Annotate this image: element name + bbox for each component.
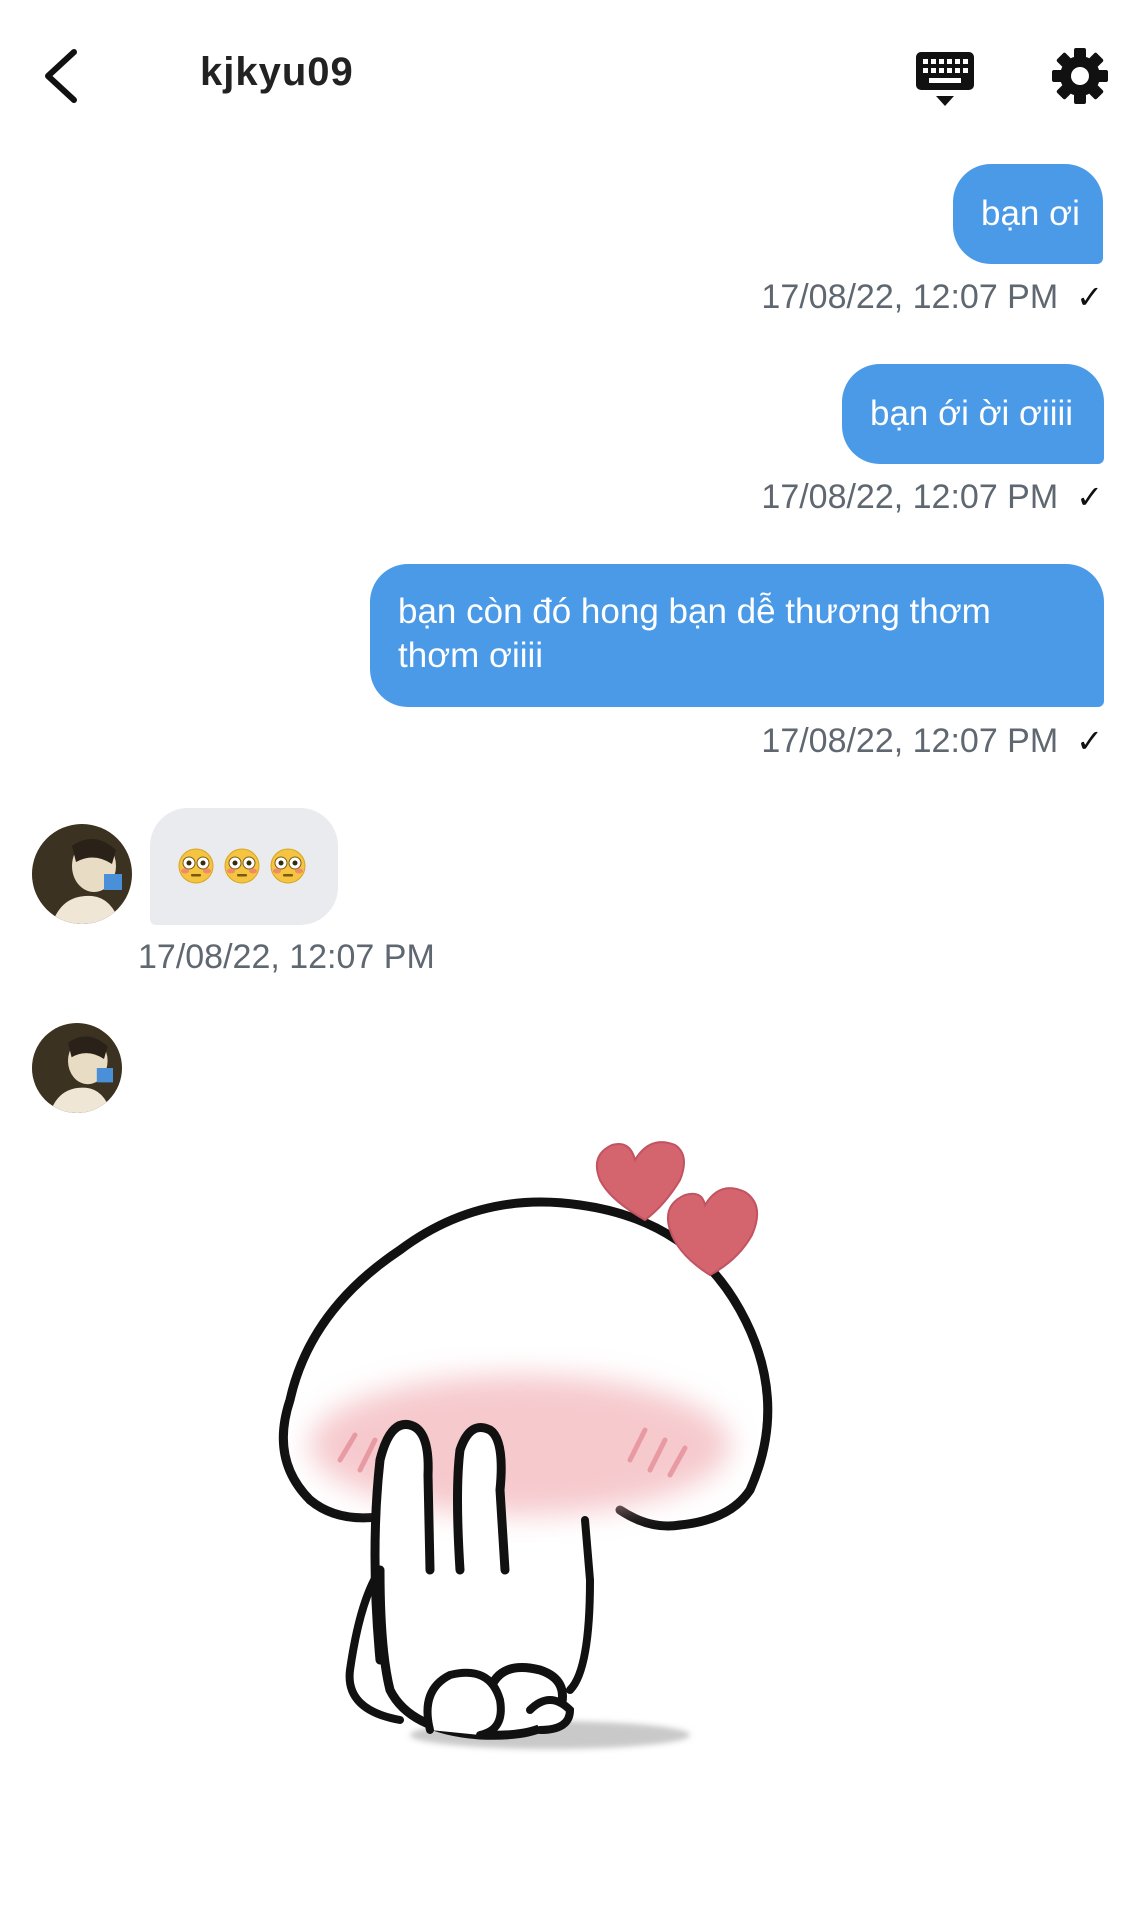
chat-header: kjkyu09 xyxy=(0,0,1143,150)
message-bubble-incoming[interactable] xyxy=(150,808,338,925)
message-bubble-outgoing[interactable]: bạn ơi xyxy=(953,164,1103,264)
keyboard-button[interactable] xyxy=(914,48,976,110)
avatar-photo xyxy=(32,824,132,924)
sent-check-icon: ✓ xyxy=(1076,723,1103,759)
settings-button[interactable] xyxy=(1050,46,1110,106)
message-text-line: thơm ơiiii xyxy=(398,636,544,675)
chevron-left-icon xyxy=(45,49,77,103)
avatar-photo xyxy=(32,1023,122,1113)
avatar[interactable] xyxy=(32,824,132,924)
timestamp-text: 17/08/22, 12:07 PM xyxy=(761,478,1059,516)
avatar[interactable] xyxy=(32,1023,122,1113)
message-text: bạn ới ời ơiiii xyxy=(870,394,1074,433)
message-bubble-outgoing[interactable]: bạn ới ời ơiiii xyxy=(842,364,1104,464)
back-button[interactable] xyxy=(36,44,88,108)
sent-check-icon: ✓ xyxy=(1076,479,1103,515)
message-timestamp: 17/08/22, 12:07 PM ✓ xyxy=(761,278,1103,317)
sent-check-icon: ✓ xyxy=(1076,279,1103,315)
message-timestamp: 17/08/22, 12:07 PM xyxy=(138,938,435,977)
message-text: bạn ơi xyxy=(981,194,1080,233)
message-timestamp: 17/08/22, 12:07 PM ✓ xyxy=(761,722,1103,761)
chat-title: kjkyu09 xyxy=(200,50,354,94)
gear-icon xyxy=(1052,48,1108,104)
flushed-face-emoji xyxy=(270,848,306,884)
sticker-image xyxy=(278,1141,773,1749)
flushed-face-emoji xyxy=(178,848,214,884)
message-timestamp: 17/08/22, 12:07 PM ✓ xyxy=(761,478,1103,517)
timestamp-text: 17/08/22, 12:07 PM xyxy=(761,278,1059,316)
message-text-line: bạn còn đó hong bạn dễ thương thơm xyxy=(398,592,991,631)
blushing-bun-sticker[interactable] xyxy=(250,1130,900,1770)
flushed-face-emoji xyxy=(224,848,260,884)
message-bubble-outgoing[interactable]: bạn còn đó hong bạn dễ thương thơm thơm … xyxy=(370,564,1104,707)
keyboard-icon xyxy=(916,52,974,106)
timestamp-text: 17/08/22, 12:07 PM xyxy=(138,938,435,976)
timestamp-text: 17/08/22, 12:07 PM xyxy=(761,722,1059,760)
